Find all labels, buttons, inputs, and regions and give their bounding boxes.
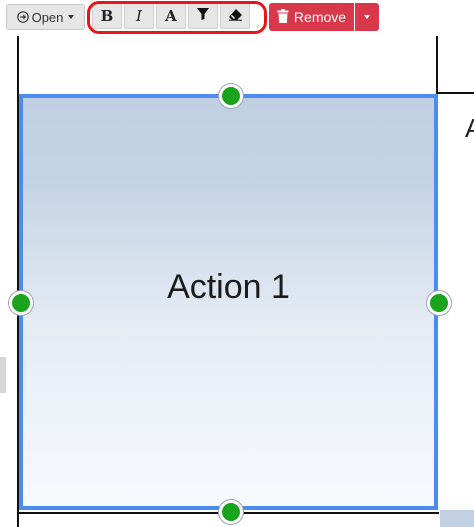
open-arrow-icon [16,11,29,23]
open-label: Open [31,9,64,25]
adjacent-shape[interactable] [440,510,474,527]
toolbar: Open B I A Remove [0,0,474,36]
open-dropdown-button[interactable]: Open [6,4,85,30]
chevron-down-icon [364,15,370,19]
action-shape-label: Action 1 [167,268,290,306]
font-icon: A [165,7,177,25]
filter-icon [196,7,210,25]
connection-handle-bottom[interactable] [219,500,243,524]
eraser-icon [228,8,243,25]
italic-icon: I [136,7,142,25]
action-shape[interactable]: Action 1 [19,94,438,510]
remove-label: Remove [293,9,347,25]
trash-icon [277,8,289,26]
clear-format-button[interactable] [220,3,250,29]
italic-button[interactable]: I [124,3,154,29]
fill-button[interactable] [188,3,218,29]
format-button-group: B I A [92,3,250,31]
bold-button[interactable]: B [92,3,122,29]
connection-handle-right[interactable] [427,291,451,315]
chevron-down-icon [68,15,75,19]
connection-handle-left[interactable] [9,291,33,315]
swimlane-border-top [438,92,474,94]
remove-button[interactable]: Remove [269,3,354,31]
left-panel-handle[interactable] [0,357,6,393]
adjacent-shape-label: A [465,113,474,143]
remove-dropdown-toggle[interactable] [355,3,379,31]
bold-icon: B [100,7,114,25]
connection-handle-top[interactable] [219,84,243,108]
swimlane-border-right [436,36,438,96]
font-button[interactable]: A [156,3,186,29]
